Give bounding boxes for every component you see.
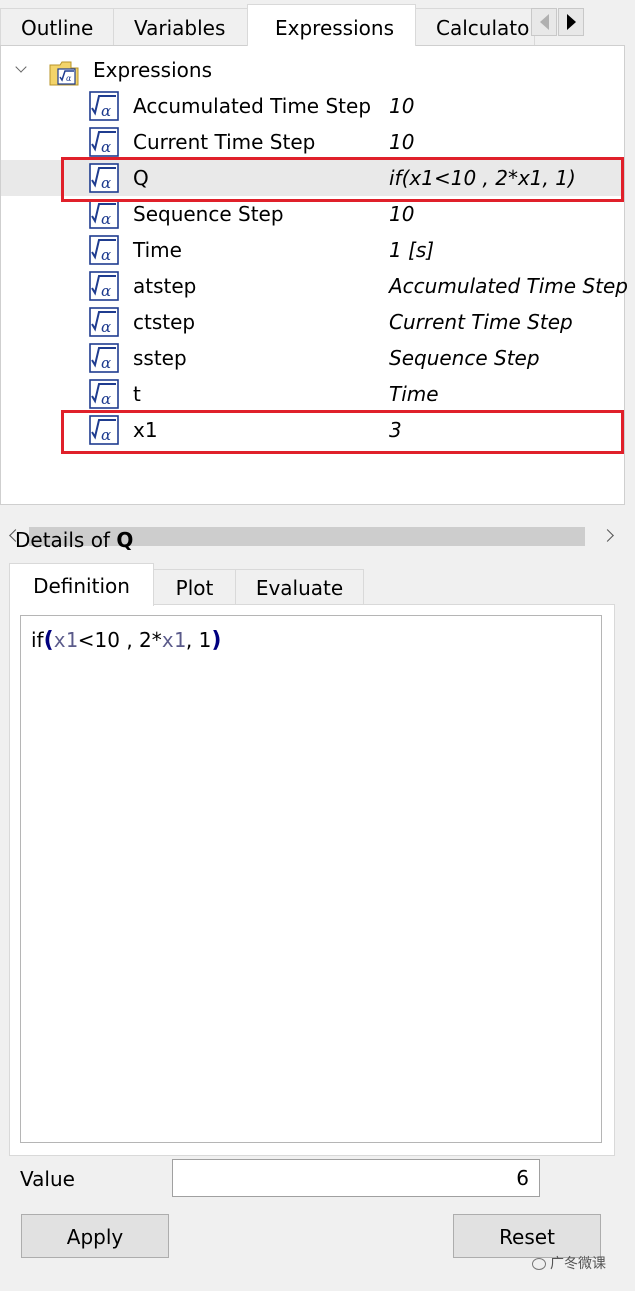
tab-calculator[interactable]: Calculator <box>415 8 535 45</box>
expression-value: Time <box>389 382 439 406</box>
expression-icon: α <box>89 91 119 121</box>
svg-text:α: α <box>101 138 111 156</box>
expression-value: Accumulated Time Step <box>389 274 628 298</box>
expression-value: 10 <box>389 94 415 118</box>
expression-name: sstep <box>133 346 187 370</box>
expression-value: 10 <box>389 130 415 154</box>
apply-button[interactable]: Apply <box>21 1214 169 1258</box>
expression-icon: α <box>89 271 119 301</box>
svg-text:α: α <box>101 354 111 372</box>
tree-row[interactable]: α Accumulated Time Step 10 <box>1 88 624 124</box>
definition-code: if(x1<10 , 2*x1, 1) <box>31 628 222 653</box>
expressions-folder-icon: α <box>49 61 79 86</box>
wechat-icon <box>532 1258 546 1270</box>
value-label: Value <box>20 1167 75 1191</box>
value-field[interactable]: 6 <box>172 1159 540 1197</box>
tab-variables[interactable]: Variables <box>113 8 248 45</box>
expression-name: t <box>133 382 141 406</box>
scroll-right-icon[interactable] <box>601 529 614 542</box>
tree-row[interactable]: α t Time <box>1 376 624 412</box>
tree-row[interactable]: α sstep Sequence Step <box>1 340 624 376</box>
definition-editor[interactable]: if(x1<10 , 2*x1, 1) <box>20 615 602 1143</box>
details-item-name: Q <box>116 528 134 552</box>
expression-name: Current Time Step <box>133 130 316 154</box>
tab-outline[interactable]: Outline <box>0 8 114 45</box>
reset-button[interactable]: Reset <box>453 1214 601 1258</box>
svg-text:α: α <box>66 74 72 83</box>
tab-definition[interactable]: Definition <box>9 563 154 606</box>
svg-text:α: α <box>101 246 111 264</box>
tree-root-expressions[interactable]: α Expressions <box>1 52 624 88</box>
svg-text:α: α <box>101 102 111 120</box>
expression-icon: α <box>89 199 119 229</box>
expression-icon: α <box>89 307 119 337</box>
svg-text:α: α <box>101 210 111 228</box>
watermark: 广冬微课 <box>532 1256 606 1272</box>
expression-value: Current Time Step <box>389 310 573 334</box>
expression-icon: α <box>89 379 119 409</box>
expression-value: Sequence Step <box>389 346 540 370</box>
expression-name: ctstep <box>133 310 196 334</box>
highlight-box-x1 <box>61 410 624 454</box>
svg-text:α: α <box>101 390 111 408</box>
svg-text:α: α <box>101 282 111 300</box>
expression-name: Accumulated Time Step <box>133 94 372 118</box>
tab-plot[interactable]: Plot <box>153 569 236 605</box>
svg-text:α: α <box>101 318 111 336</box>
tree-row[interactable]: α atstep Accumulated Time Step <box>1 268 628 304</box>
arrow-right-icon <box>566 14 576 30</box>
highlight-box-q <box>61 157 624 202</box>
tree-row[interactable]: α Current Time Step 10 <box>1 124 624 160</box>
tab-expressions[interactable]: Expressions <box>247 4 416 46</box>
tab-scroll-right-button[interactable] <box>558 8 584 36</box>
tree-row[interactable]: α Time 1 [s] <box>1 232 624 268</box>
chevron-down-icon[interactable] <box>15 61 27 73</box>
expression-icon: α <box>89 343 119 373</box>
expression-icon: α <box>89 127 119 157</box>
tab-evaluate[interactable]: Evaluate <box>235 569 364 605</box>
expression-name: atstep <box>133 274 197 298</box>
top-tab-bar: Outline Variables Expressions Calculator <box>0 0 635 46</box>
tree-root-label: Expressions <box>93 58 212 82</box>
tree-row[interactable]: α ctstep Current Time Step <box>1 304 624 340</box>
expression-value: 1 [s] <box>389 238 435 262</box>
arrow-left-icon <box>539 14 549 30</box>
expression-icon: α <box>89 235 119 265</box>
details-title: Details of Q <box>15 528 134 552</box>
tab-scroll-left-button[interactable] <box>531 8 557 36</box>
expression-name: Time <box>133 238 182 262</box>
